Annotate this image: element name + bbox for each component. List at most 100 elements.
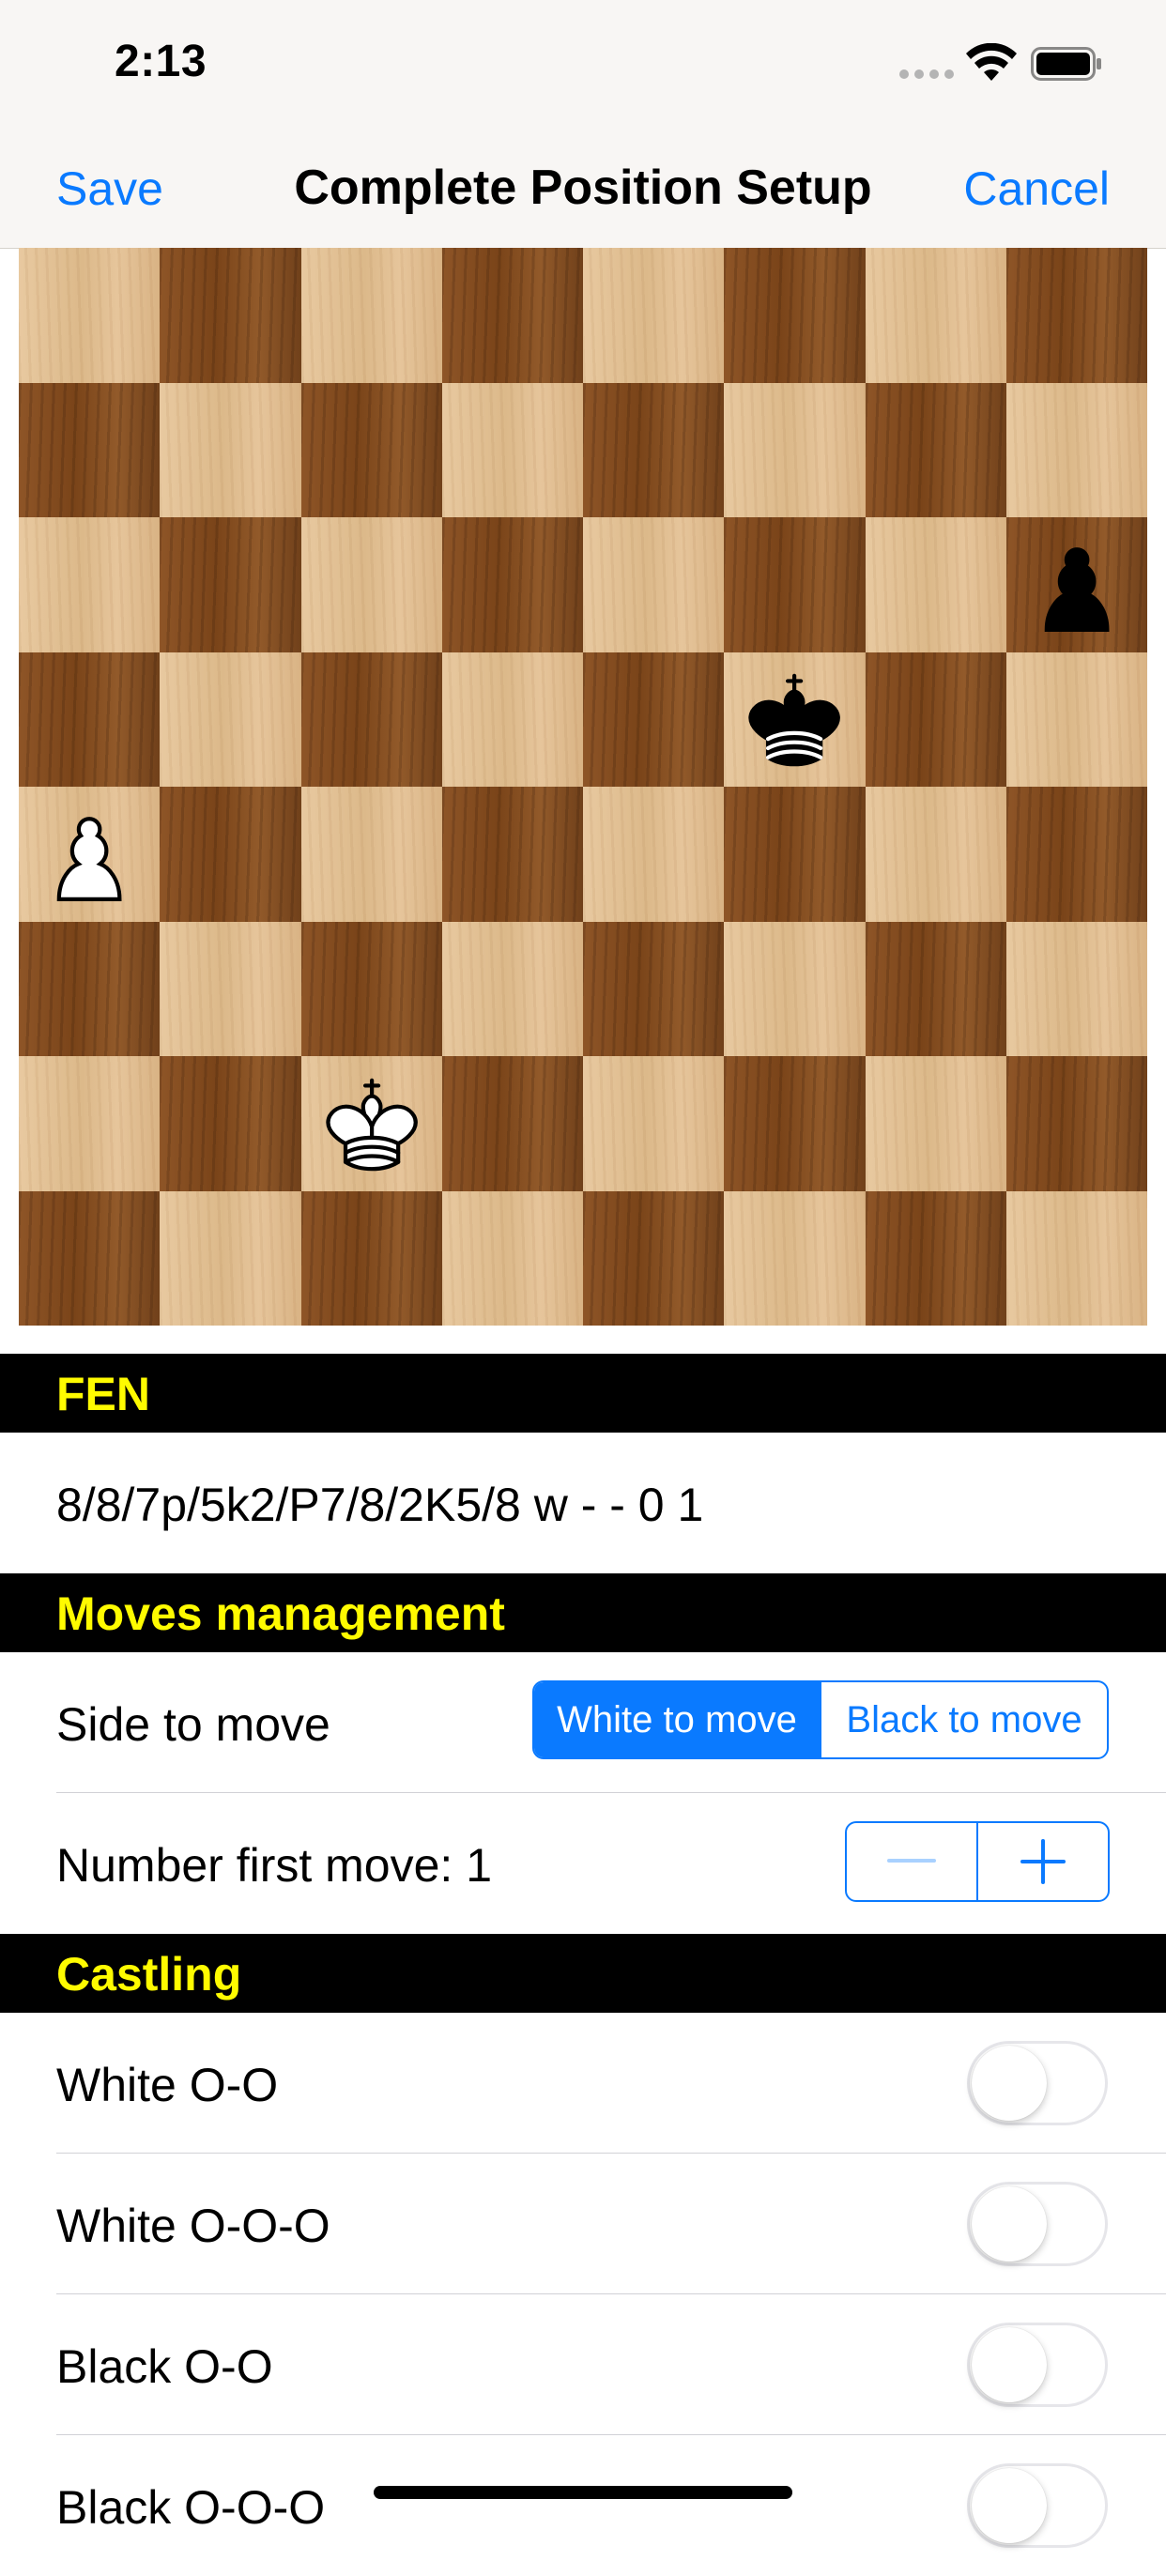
- segment-white-to-move[interactable]: White to move: [534, 1682, 820, 1757]
- board-square-c8[interactable]: [300, 248, 442, 383]
- board-square-g6[interactable]: [865, 517, 1006, 652]
- board-square-g4[interactable]: [865, 787, 1006, 922]
- board-square-h4[interactable]: [1005, 787, 1147, 922]
- toggle-knob: [972, 2186, 1047, 2262]
- board-square-c7[interactable]: [300, 382, 442, 517]
- board-square-c2[interactable]: [300, 1056, 442, 1191]
- moves-header-label: Moves management: [56, 1587, 505, 1640]
- board-square-g1[interactable]: [865, 1190, 1006, 1326]
- board-square-d8[interactable]: [441, 248, 583, 383]
- board-square-d7[interactable]: [441, 382, 583, 517]
- moves-section-header: Moves management: [0, 1573, 1166, 1652]
- board-square-e5[interactable]: [583, 652, 725, 787]
- castling-label: Black O-O-O: [56, 2481, 326, 2534]
- black-short-castling-toggle[interactable]: [967, 2323, 1108, 2407]
- board-square-f2[interactable]: [724, 1056, 866, 1191]
- castling-label: White O-O-O: [56, 2200, 330, 2252]
- board-square-f8[interactable]: [724, 248, 866, 383]
- white-king-icon[interactable]: [301, 1056, 442, 1191]
- board-square-c5[interactable]: [300, 652, 442, 787]
- board-square-b2[interactable]: [160, 1056, 301, 1191]
- castling-label: Black O-O: [56, 2340, 273, 2393]
- fen-header-label: FEN: [56, 1368, 150, 1420]
- board-square-c1[interactable]: [300, 1190, 442, 1326]
- board-square-h6[interactable]: [1005, 517, 1147, 652]
- board-square-g5[interactable]: [865, 652, 1006, 787]
- fen-value: 8/8/7p/5k2/P7/8/2K5/8 w - - 0 1: [56, 1479, 704, 1531]
- board-square-b4[interactable]: [160, 787, 301, 922]
- cancel-button[interactable]: Cancel: [963, 161, 1110, 216]
- board-square-h5[interactable]: [1005, 652, 1147, 787]
- board-square-b3[interactable]: [160, 921, 301, 1056]
- board-square-d1[interactable]: [441, 1190, 583, 1326]
- board-square-e8[interactable]: [583, 248, 725, 383]
- stepper-decrement-button[interactable]: [847, 1823, 976, 1900]
- first-move-label: Number first move: 1: [56, 1839, 493, 1892]
- toggle-knob: [972, 2327, 1047, 2402]
- board-square-a3[interactable]: [19, 921, 161, 1056]
- board-square-b8[interactable]: [160, 248, 301, 383]
- board-square-f1[interactable]: [724, 1190, 866, 1326]
- first-move-stepper[interactable]: [845, 1821, 1110, 1902]
- board-square-e3[interactable]: [583, 921, 725, 1056]
- toggle-knob: [972, 2046, 1047, 2121]
- board-square-h1[interactable]: [1005, 1190, 1147, 1326]
- board-square-a1[interactable]: [19, 1190, 161, 1326]
- board-square-b6[interactable]: [160, 517, 301, 652]
- board-square-h2[interactable]: [1005, 1056, 1147, 1191]
- board-square-f4[interactable]: [724, 787, 866, 922]
- board-square-f6[interactable]: [724, 517, 866, 652]
- white-pawn-icon[interactable]: [19, 787, 160, 922]
- board-square-e6[interactable]: [583, 517, 725, 652]
- castling-section-header: Castling: [0, 1934, 1166, 2013]
- board-square-a8[interactable]: [19, 248, 161, 383]
- navigation-bar: Save Complete Position Setup Cancel: [0, 131, 1166, 249]
- black-king-icon[interactable]: [724, 652, 865, 788]
- segment-black-to-move[interactable]: Black to move: [820, 1682, 1107, 1757]
- board-square-d5[interactable]: [441, 652, 583, 787]
- plus-icon: [1020, 1839, 1066, 1884]
- board-square-d2[interactable]: [441, 1056, 583, 1191]
- home-indicator: [374, 2486, 792, 2499]
- board-square-g2[interactable]: [865, 1056, 1006, 1191]
- board-square-b5[interactable]: [160, 652, 301, 787]
- board-square-c3[interactable]: [300, 921, 442, 1056]
- board-square-d4[interactable]: [441, 787, 583, 922]
- castling-header-label: Castling: [56, 1948, 242, 2001]
- black-pawn-icon[interactable]: [1006, 517, 1147, 652]
- side-to-move-label: Side to move: [56, 1698, 330, 1751]
- board-square-e2[interactable]: [583, 1056, 725, 1191]
- status-bar: 2:13: [0, 0, 1166, 131]
- board-square-e4[interactable]: [583, 787, 725, 922]
- stepper-increment-button[interactable]: [976, 1823, 1108, 1900]
- board-square-g8[interactable]: [865, 248, 1006, 383]
- board-square-c6[interactable]: [300, 517, 442, 652]
- board-square-g3[interactable]: [865, 921, 1006, 1056]
- board-square-e7[interactable]: [583, 382, 725, 517]
- board-square-d6[interactable]: [441, 517, 583, 652]
- board-square-f7[interactable]: [724, 382, 866, 517]
- board-square-c4[interactable]: [300, 787, 442, 922]
- board-square-f3[interactable]: [724, 921, 866, 1056]
- board-square-d3[interactable]: [441, 921, 583, 1056]
- white-long-castling-toggle[interactable]: [967, 2182, 1108, 2266]
- board-square-b7[interactable]: [160, 382, 301, 517]
- board-square-a5[interactable]: [19, 652, 161, 787]
- white-short-castling-toggle[interactable]: [967, 2041, 1108, 2125]
- chess-board[interactable]: [19, 248, 1147, 1326]
- board-square-b1[interactable]: [160, 1190, 301, 1326]
- board-square-a4[interactable]: [19, 787, 161, 922]
- board-square-f5[interactable]: [724, 652, 866, 788]
- board-square-a7[interactable]: [19, 382, 161, 517]
- side-to-move-segmented-control[interactable]: White to move Black to move: [532, 1680, 1109, 1759]
- board-square-h8[interactable]: [1005, 248, 1147, 383]
- board-square-g7[interactable]: [865, 382, 1006, 517]
- board-square-h7[interactable]: [1005, 382, 1147, 517]
- board-square-a2[interactable]: [19, 1056, 161, 1191]
- board-square-h3[interactable]: [1005, 921, 1147, 1056]
- board-square-e1[interactable]: [583, 1190, 725, 1326]
- wifi-icon: [966, 43, 1017, 81]
- fen-row[interactable]: 8/8/7p/5k2/P7/8/2K5/8 w - - 0 1: [0, 1433, 1166, 1573]
- board-square-a6[interactable]: [19, 517, 161, 652]
- black-long-castling-toggle[interactable]: [967, 2463, 1108, 2548]
